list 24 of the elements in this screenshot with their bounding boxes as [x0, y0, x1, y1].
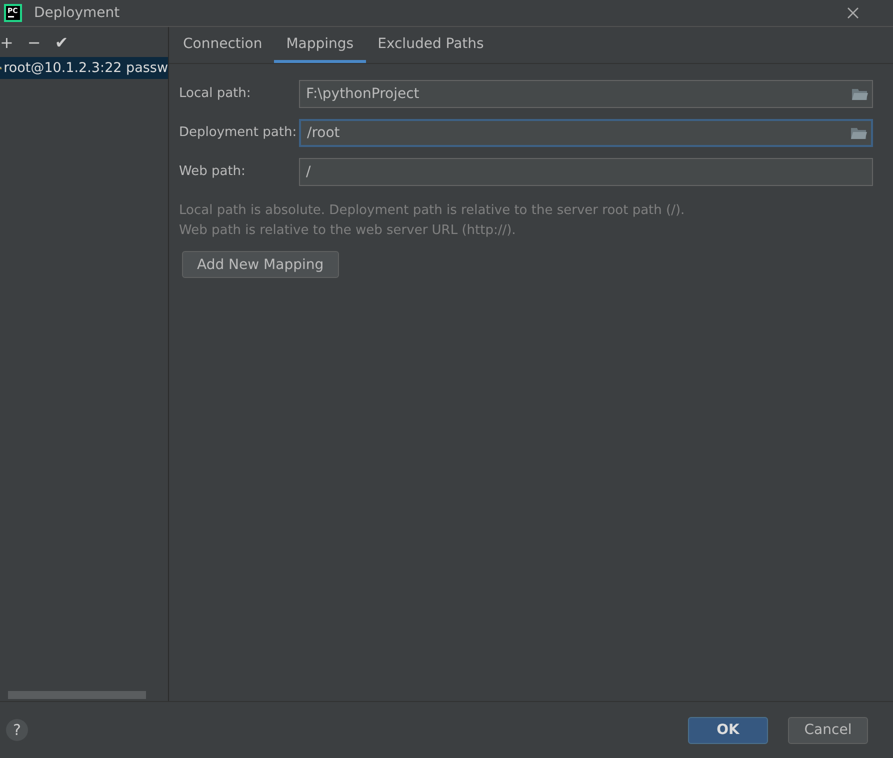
tab[interactable]: Excluded Paths	[366, 27, 496, 63]
window-title: Deployment	[34, 5, 121, 21]
folder-icon[interactable]	[852, 88, 868, 100]
help-button[interactable]: ?	[6, 719, 28, 741]
apply-icon[interactable]: ✔	[54, 32, 68, 52]
field-label: Web path:	[179, 164, 246, 179]
path-field[interactable]: /	[299, 158, 873, 186]
tab[interactable]: Connection	[171, 27, 274, 63]
hint-text: Local path is absolute. Deployment path is relative to the server root path (/).	[179, 202, 686, 220]
dialog-button[interactable]: Cancel	[788, 716, 868, 744]
folder-icon[interactable]	[851, 126, 867, 138]
remove-icon[interactable]: −	[27, 32, 41, 52]
server-item[interactable]: root@10.1.2.3:22 passw	[0, 57, 168, 79]
close-icon[interactable]	[847, 7, 859, 19]
scrollbar[interactable]	[8, 691, 146, 699]
path-field[interactable]: F:\pythonProject	[299, 80, 873, 108]
add-icon[interactable]: +	[0, 32, 14, 52]
dialog-button[interactable]: OK	[688, 716, 768, 744]
tab[interactable]: Mappings	[274, 27, 366, 63]
hint-text: Web path is relative to the web server URL (http://).	[179, 222, 517, 240]
path-field[interactable]: /root	[299, 118, 873, 146]
field-label: Local path:	[179, 86, 252, 101]
add-mapping-button[interactable]: Add New Mapping	[182, 251, 339, 278]
field-label: Deployment path:	[179, 125, 298, 140]
